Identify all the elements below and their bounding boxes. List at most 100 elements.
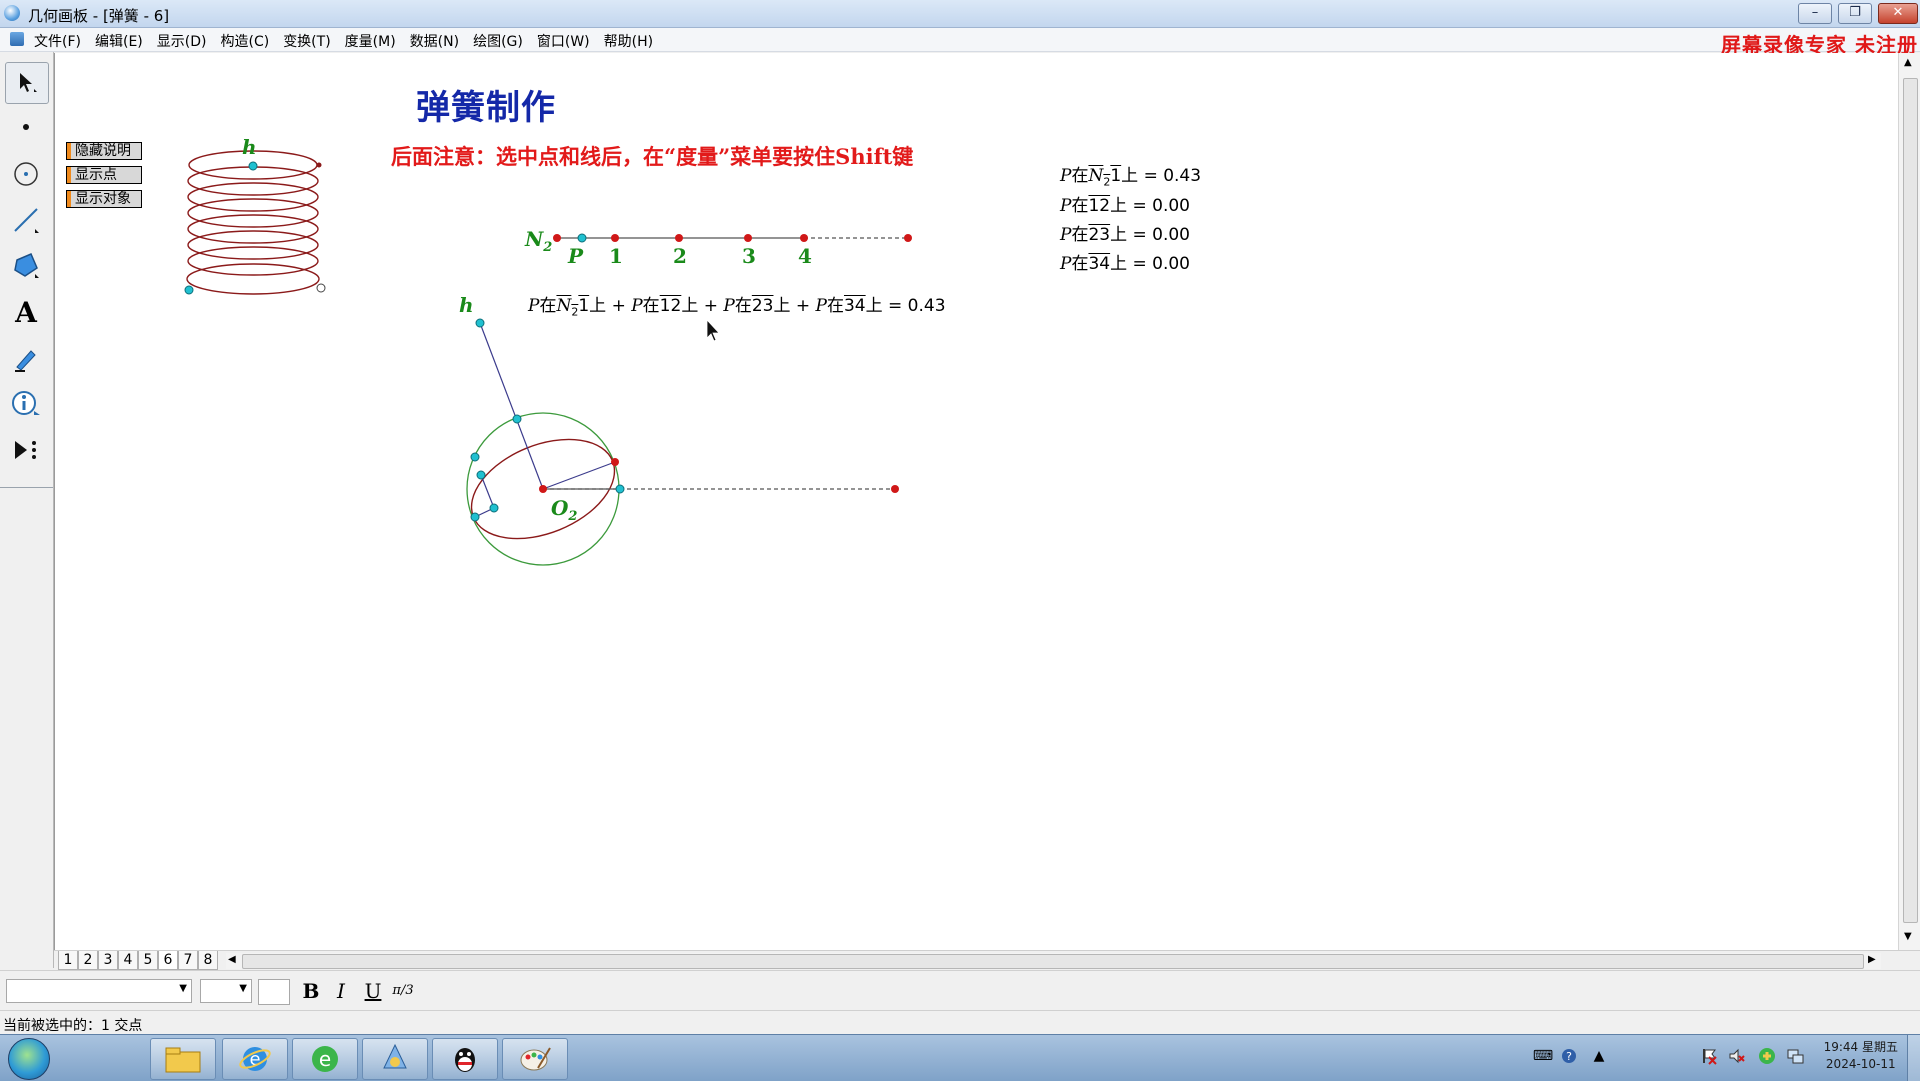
polygon-tool[interactable] (5, 245, 47, 285)
text-tool[interactable]: A (5, 292, 47, 332)
taskbar-ie[interactable]: e (222, 1038, 288, 1080)
keyboard-icon[interactable]: ⌨ (1533, 1047, 1553, 1065)
document-icon[interactable] (10, 32, 24, 46)
qq-icon (455, 1048, 475, 1072)
close-button[interactable]: ✕ (1878, 3, 1918, 24)
page-tab-6[interactable]: 6 (158, 951, 178, 970)
security-shield-icon[interactable] (1758, 1047, 1776, 1065)
scroll-right-icon[interactable]: ▶ (1868, 954, 1876, 965)
point-tool[interactable] (5, 107, 47, 147)
label-h-spring: h (242, 135, 257, 159)
radius-line (542, 461, 616, 490)
menu-display[interactable]: 显示(D) (157, 31, 207, 51)
page-tab-7[interactable]: 7 (178, 951, 198, 970)
page-tab-4[interactable]: 4 (118, 951, 138, 970)
point-4 (800, 234, 808, 242)
taskbar-browser-e[interactable]: e (292, 1038, 358, 1080)
horizontal-scroll-thumb[interactable] (242, 954, 1864, 969)
measurement-p-on-23[interactable]: P在23上 = 0.00 (1060, 220, 1190, 245)
page-tab-8[interactable]: 8 (198, 951, 218, 970)
menu-file[interactable]: 文件(F) (34, 31, 81, 51)
start-button[interactable] (8, 1038, 50, 1080)
information-tool[interactable] (5, 384, 47, 424)
compass-tool-icon (14, 162, 38, 186)
select-arrow-tool[interactable] (5, 62, 49, 104)
sum-measurement[interactable]: P在N21上 + P在12上 + P在23上 + P在34上 = 0.43 (528, 291, 946, 318)
point-1 (611, 234, 619, 242)
network-icon[interactable] (1786, 1047, 1804, 1065)
bold-button[interactable]: B (298, 978, 324, 1004)
horizontal-scrollbar[interactable]: ◀ ▶ (226, 953, 1881, 969)
point-tool-icon (23, 124, 29, 130)
sketch-canvas[interactable]: 隐藏说明 显示点 显示对象 弹簧制作 后面注意：选中点和线后，在“度量”菜单要按… (54, 53, 1899, 950)
h-line (479, 322, 544, 490)
menu-transform[interactable]: 变换(T) (283, 31, 330, 51)
show-desktop-button[interactable] (1907, 1035, 1920, 1081)
chevron-down-icon: ▼ (239, 983, 247, 994)
page-tab-2[interactable]: 2 (78, 951, 98, 970)
app-icon[interactable] (4, 5, 20, 21)
point-h (475, 318, 485, 328)
label-n2-letter: N (525, 227, 544, 251)
polygon-tool-icon (14, 253, 39, 278)
marker-tool[interactable] (5, 338, 47, 378)
measurement-p-on-n2-1[interactable]: P在N21上 = 0.43 (1060, 161, 1201, 188)
menu-measure[interactable]: 度量(M) (345, 31, 396, 51)
restore-button[interactable]: ❐ (1838, 3, 1872, 24)
measurement-p-on-12[interactable]: P在12上 = 0.00 (1060, 191, 1190, 216)
straightedge-tool[interactable] (5, 200, 47, 240)
sketchpad-icon (383, 1043, 407, 1069)
scroll-left-icon[interactable]: ◀ (228, 954, 236, 965)
taskbar-explorer[interactable] (150, 1038, 216, 1080)
label-4: 4 (798, 244, 812, 268)
label-n2-sub: 2 (543, 240, 553, 255)
show-hidden-icons[interactable]: ▲ (1590, 1047, 1608, 1065)
taskbar-sketchpad[interactable] (362, 1038, 428, 1080)
custom-tool[interactable] (5, 430, 47, 470)
label-1: 1 (609, 244, 623, 268)
menu-construct[interactable]: 构造(C) (220, 31, 269, 51)
underline-button[interactable]: U (360, 978, 386, 1004)
clock-time: 19:44 星期五 (1823, 1040, 1898, 1054)
page-tab-5[interactable]: 5 (138, 951, 158, 970)
vertical-scrollbar[interactable]: ▲ ▼ (1898, 53, 1920, 950)
italic-button[interactable]: I (328, 978, 354, 1004)
file-explorer-icon (165, 1047, 201, 1073)
clock-date: 2024-10-11 (1825, 1057, 1896, 1071)
label-2: 2 (673, 244, 687, 268)
action-center-flag-icon[interactable] (1700, 1047, 1718, 1065)
text-color-swatch[interactable] (258, 979, 290, 1005)
scroll-up-icon[interactable]: ▲ (1904, 57, 1912, 68)
math-symbol-button[interactable]: π/3 (390, 978, 416, 1004)
menu-bar: 文件(F) 编辑(E) 显示(D) 构造(C) 变换(T) 度量(M) 数据(N… (0, 28, 1920, 57)
font-size-combo[interactable]: ▼ (200, 979, 252, 1003)
font-family-combo[interactable]: ▼ (6, 979, 192, 1003)
minimize-button[interactable]: – (1798, 3, 1832, 24)
measurement-p-on-34[interactable]: P在34上 = 0.00 (1060, 249, 1190, 274)
menu-graph[interactable]: 绘图(G) (473, 31, 523, 51)
taskbar-paint[interactable] (502, 1038, 568, 1080)
page-tab-3[interactable]: 3 (98, 951, 118, 970)
taskbar-qq[interactable] (432, 1038, 498, 1080)
menu-number[interactable]: 数据(N) (410, 31, 459, 51)
menu-items: 文件(F) 编辑(E) 显示(D) 构造(C) 变换(T) 度量(M) 数据(N… (34, 31, 653, 51)
geometry-drawing (184, 150, 912, 566)
scroll-down-icon[interactable]: ▼ (1904, 931, 1912, 942)
menu-window[interactable]: 窗口(W) (537, 31, 590, 51)
compass-tool[interactable] (5, 154, 47, 194)
window-title: 几何画板 - [弹簧 - 6] (28, 7, 170, 25)
help-icon[interactable]: ? (1560, 1047, 1578, 1065)
information-tool-icon (12, 391, 40, 415)
status-bar: 当前被选中的：1 交点 (0, 1010, 1920, 1035)
page-tab-1[interactable]: 1 (58, 951, 78, 970)
volume-muted-icon[interactable] (1728, 1047, 1746, 1065)
spring-bottom-right-point (316, 283, 326, 293)
label-o2: O2 (551, 496, 577, 524)
page-tab-bar: 1 2 3 4 5 6 7 8 ◀ ▶ (54, 950, 1920, 971)
svg-text:e: e (319, 1047, 331, 1071)
system-clock[interactable]: 19:44 星期五 2024-10-11 (1824, 1039, 1898, 1073)
point-o2 (539, 485, 547, 493)
menu-edit[interactable]: 编辑(E) (95, 31, 143, 51)
vertical-scroll-thumb[interactable] (1903, 78, 1918, 923)
menu-help[interactable]: 帮助(H) (604, 31, 653, 51)
